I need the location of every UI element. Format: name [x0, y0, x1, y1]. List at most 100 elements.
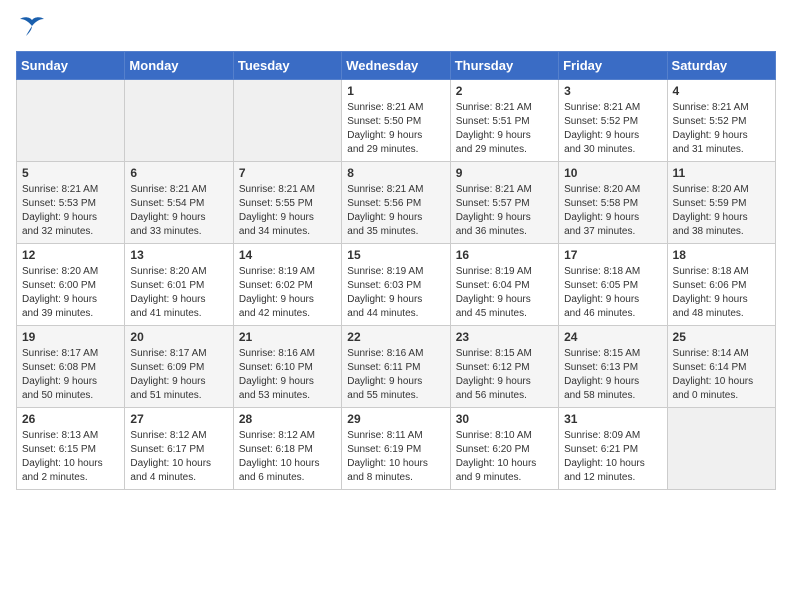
calendar-cell: 5 Sunrise: 8:21 AM Sunset: 5:53 PM Daylig… [17, 162, 125, 244]
col-wednesday: Wednesday [342, 52, 450, 80]
calendar-cell: 20 Sunrise: 8:17 AM Sunset: 6:09 PM Dayli… [125, 326, 233, 408]
calendar-header-row: Sunday Monday Tuesday Wednesday Thursday… [17, 52, 776, 80]
day-info: Sunrise: 8:16 AM Sunset: 6:10 PM Dayligh… [239, 347, 336, 403]
day-info: Sunrise: 8:18 AM Sunset: 6:05 PM Dayligh… [564, 265, 661, 321]
day-number: 3 [564, 84, 661, 98]
logo [16, 16, 46, 39]
calendar-week-row: 19 Sunrise: 8:17 AM Sunset: 6:08 PM Dayli… [17, 326, 776, 408]
calendar-cell: 24Sunrise: 8:15 AM Sunset: 6:13 PM Dayli… [559, 326, 667, 408]
col-tuesday: Tuesday [233, 52, 341, 80]
day-number: 13 [130, 248, 227, 262]
day-info: Sunrise: 8:20 AM Sunset: 5:59 PM Dayligh… [673, 183, 770, 239]
day-number: 11 [673, 166, 770, 180]
day-number: 30 [456, 412, 553, 426]
calendar-cell: 18 Sunrise: 8:18 AM Sunset: 6:06 PM Dayli… [667, 244, 775, 326]
day-info: Sunrise: 8:10 AM Sunset: 6:20 PM Dayligh… [456, 429, 553, 485]
calendar-week-row: 1 Sunrise: 8:21 AM Sunset: 5:50 PM Daylig… [17, 80, 776, 162]
day-info: Sunrise: 8:20 AM Sunset: 6:00 PM Dayligh… [22, 265, 119, 321]
day-number: 5 [22, 166, 119, 180]
day-info: Sunrise: 8:21 AM Sunset: 5:52 PM Dayligh… [673, 101, 770, 157]
calendar-cell [233, 80, 341, 162]
day-number: 7 [239, 166, 336, 180]
day-number: 26 [22, 412, 119, 426]
day-number: 28 [239, 412, 336, 426]
day-number: 27 [130, 412, 227, 426]
calendar-cell: 8 Sunrise: 8:21 AM Sunset: 5:56 PM Daylig… [342, 162, 450, 244]
calendar-cell: 23Sunrise: 8:15 AM Sunset: 6:12 PM Dayli… [450, 326, 558, 408]
day-info: Sunrise: 8:15 AM Sunset: 6:13 PM Dayligh… [564, 347, 661, 403]
calendar-cell: 16 Sunrise: 8:19 AM Sunset: 6:04 PM Dayli… [450, 244, 558, 326]
calendar-cell: 6 Sunrise: 8:21 AM Sunset: 5:54 PM Daylig… [125, 162, 233, 244]
calendar-table: Sunday Monday Tuesday Wednesday Thursday… [16, 51, 776, 490]
day-info: Sunrise: 8:09 AM Sunset: 6:21 PM Dayligh… [564, 429, 661, 485]
calendar-cell: 2Sunrise: 8:21 AM Sunset: 5:51 PM Daylig… [450, 80, 558, 162]
calendar-cell: 31 Sunrise: 8:09 AM Sunset: 6:21 PM Dayli… [559, 408, 667, 490]
page-header [16, 16, 776, 39]
day-info: Sunrise: 8:17 AM Sunset: 6:09 PM Dayligh… [130, 347, 227, 403]
day-info: Sunrise: 8:16 AM Sunset: 6:11 PM Dayligh… [347, 347, 444, 403]
day-info: Sunrise: 8:13 AM Sunset: 6:15 PM Dayligh… [22, 429, 119, 485]
col-monday: Monday [125, 52, 233, 80]
day-info: Sunrise: 8:21 AM Sunset: 5:54 PM Dayligh… [130, 183, 227, 239]
calendar-cell: 11 Sunrise: 8:20 AM Sunset: 5:59 PM Dayli… [667, 162, 775, 244]
day-number: 20 [130, 330, 227, 344]
day-number: 25 [673, 330, 770, 344]
calendar-cell: 28 Sunrise: 8:12 AM Sunset: 6:18 PM Dayli… [233, 408, 341, 490]
calendar-cell: 4 Sunrise: 8:21 AM Sunset: 5:52 PM Daylig… [667, 80, 775, 162]
day-info: Sunrise: 8:19 AM Sunset: 6:04 PM Dayligh… [456, 265, 553, 321]
calendar-week-row: 12 Sunrise: 8:20 AM Sunset: 6:00 PM Dayli… [17, 244, 776, 326]
calendar-cell [667, 408, 775, 490]
day-info: Sunrise: 8:12 AM Sunset: 6:17 PM Dayligh… [130, 429, 227, 485]
calendar-cell: 15 Sunrise: 8:19 AM Sunset: 6:03 PM Dayli… [342, 244, 450, 326]
day-number: 18 [673, 248, 770, 262]
col-saturday: Saturday [667, 52, 775, 80]
col-thursday: Thursday [450, 52, 558, 80]
calendar-week-row: 5 Sunrise: 8:21 AM Sunset: 5:53 PM Daylig… [17, 162, 776, 244]
day-info: Sunrise: 8:18 AM Sunset: 6:06 PM Dayligh… [673, 265, 770, 321]
day-number: 16 [456, 248, 553, 262]
day-info: Sunrise: 8:21 AM Sunset: 5:56 PM Dayligh… [347, 183, 444, 239]
day-info: Sunrise: 8:21 AM Sunset: 5:57 PM Dayligh… [456, 183, 553, 239]
day-info: Sunrise: 8:14 AM Sunset: 6:14 PM Dayligh… [673, 347, 770, 403]
day-info: Sunrise: 8:21 AM Sunset: 5:55 PM Dayligh… [239, 183, 336, 239]
day-number: 22 [347, 330, 444, 344]
day-number: 14 [239, 248, 336, 262]
calendar-cell: 19 Sunrise: 8:17 AM Sunset: 6:08 PM Dayli… [17, 326, 125, 408]
calendar-cell: 26 Sunrise: 8:13 AM Sunset: 6:15 PM Dayli… [17, 408, 125, 490]
day-number: 21 [239, 330, 336, 344]
day-number: 19 [22, 330, 119, 344]
calendar-cell [17, 80, 125, 162]
calendar-cell: 30 Sunrise: 8:10 AM Sunset: 6:20 PM Dayli… [450, 408, 558, 490]
day-number: 10 [564, 166, 661, 180]
day-number: 23 [456, 330, 553, 344]
day-number: 17 [564, 248, 661, 262]
day-number: 4 [673, 84, 770, 98]
day-info: Sunrise: 8:21 AM Sunset: 5:50 PM Dayligh… [347, 101, 444, 157]
col-friday: Friday [559, 52, 667, 80]
calendar-cell: 21 Sunrise: 8:16 AM Sunset: 6:10 PM Dayli… [233, 326, 341, 408]
day-info: Sunrise: 8:21 AM Sunset: 5:52 PM Dayligh… [564, 101, 661, 157]
day-info: Sunrise: 8:19 AM Sunset: 6:03 PM Dayligh… [347, 265, 444, 321]
calendar-cell [125, 80, 233, 162]
day-number: 2 [456, 84, 553, 98]
calendar-cell: 25 Sunrise: 8:14 AM Sunset: 6:14 PM Dayli… [667, 326, 775, 408]
day-info: Sunrise: 8:21 AM Sunset: 5:53 PM Dayligh… [22, 183, 119, 239]
day-info: Sunrise: 8:17 AM Sunset: 6:08 PM Dayligh… [22, 347, 119, 403]
day-number: 8 [347, 166, 444, 180]
calendar-cell: 1 Sunrise: 8:21 AM Sunset: 5:50 PM Daylig… [342, 80, 450, 162]
day-number: 6 [130, 166, 227, 180]
day-info: Sunrise: 8:12 AM Sunset: 6:18 PM Dayligh… [239, 429, 336, 485]
calendar-cell: 13Sunrise: 8:20 AM Sunset: 6:01 PM Dayli… [125, 244, 233, 326]
day-number: 15 [347, 248, 444, 262]
day-info: Sunrise: 8:20 AM Sunset: 5:58 PM Dayligh… [564, 183, 661, 239]
col-sunday: Sunday [17, 52, 125, 80]
day-number: 31 [564, 412, 661, 426]
day-number: 12 [22, 248, 119, 262]
day-number: 9 [456, 166, 553, 180]
day-number: 29 [347, 412, 444, 426]
calendar-cell: 27 Sunrise: 8:12 AM Sunset: 6:17 PM Dayli… [125, 408, 233, 490]
calendar-week-row: 26 Sunrise: 8:13 AM Sunset: 6:15 PM Dayli… [17, 408, 776, 490]
calendar-cell: 22 Sunrise: 8:16 AM Sunset: 6:11 PM Dayli… [342, 326, 450, 408]
calendar-cell: 10 Sunrise: 8:20 AM Sunset: 5:58 PM Dayli… [559, 162, 667, 244]
day-number: 1 [347, 84, 444, 98]
